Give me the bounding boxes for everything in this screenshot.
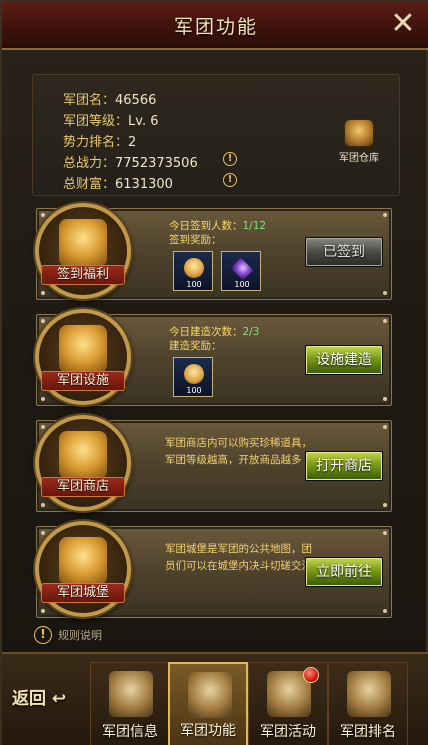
window-title: 军团功能 bbox=[173, 15, 258, 38]
legion-rank-row: 势力排名：2 bbox=[63, 131, 136, 150]
bottom-nav: 返回 ↩ 军团信息 军团功能 军团活动 军团排名 bbox=[2, 652, 428, 745]
chest-icon bbox=[344, 119, 374, 147]
reward-count: 100 bbox=[186, 386, 202, 395]
signin-count-row: 今日签到人数：1/12 bbox=[169, 219, 266, 233]
tower-icon bbox=[59, 325, 107, 373]
documents-icon bbox=[188, 672, 232, 718]
facility-count-value: 2/3 bbox=[242, 326, 260, 338]
legion-wealth-label: 总财富： bbox=[63, 177, 116, 192]
signin-card: 签到福利 今日签到人数：1/12 签到奖励： 100 100 已签到 bbox=[35, 203, 392, 300]
treasure-chest-icon bbox=[59, 431, 107, 479]
bell-icon bbox=[59, 219, 107, 267]
legion-name-value: 46566 bbox=[115, 93, 157, 108]
close-icon[interactable]: ✕ bbox=[388, 9, 418, 40]
exclamation-icon: ! bbox=[34, 626, 52, 644]
shop-emblem[interactable]: 军团商店 bbox=[35, 415, 131, 511]
signin-count-value: 1/12 bbox=[242, 220, 267, 232]
scroll-icon bbox=[109, 671, 153, 717]
facility-card: 军团设施 今日建造次数：2/3 建造奖励： 100 设施建造 bbox=[35, 309, 392, 406]
tab-legion-activity[interactable]: 军团活动 bbox=[248, 662, 328, 745]
facility-emblem-label: 军团设施 bbox=[41, 371, 125, 391]
legion-power-value: 7752373506 bbox=[115, 156, 198, 171]
legion-name-row: 军团名：46566 bbox=[63, 89, 156, 108]
rules-label: 规则说明 bbox=[58, 629, 102, 642]
signin-reward-slot-2[interactable]: 100 bbox=[221, 251, 261, 291]
facility-count-row: 今日建造次数：2/3 bbox=[169, 325, 259, 339]
facility-reward-slot-1[interactable]: 100 bbox=[173, 357, 213, 397]
title-bar: 军团功能 ✕ bbox=[2, 2, 428, 50]
tab-label: 军团功能 bbox=[180, 723, 236, 739]
castle-description: 军团城堡是军团的公共地图，团员们可以在城堡内决斗切磋交流 bbox=[165, 543, 312, 572]
power-info-icon[interactable]: ! bbox=[223, 152, 237, 166]
legion-level-label: 军团等级： bbox=[63, 114, 129, 129]
rules-link[interactable]: ! 规则说明 bbox=[34, 626, 102, 644]
shop-description: 军团商店内可以购买珍稀道具，军团等级越高，开放商品越多 bbox=[165, 437, 312, 466]
legion-function-window: 军团功能 ✕ 军团名：46566 军团等级：Lv. 6 势力排名：2 总战力：7… bbox=[0, 0, 428, 745]
tab-legion-info[interactable]: 军团信息 bbox=[90, 662, 170, 745]
signed-in-button[interactable]: 已签到 bbox=[305, 237, 383, 267]
facility-emblem[interactable]: 军团设施 bbox=[35, 309, 131, 405]
facility-reward-label: 建造奖励： bbox=[169, 340, 222, 352]
castle-emblem-label: 军团城堡 bbox=[41, 583, 125, 603]
go-now-button[interactable]: 立即前往 bbox=[305, 557, 383, 587]
legion-power-label: 总战力： bbox=[63, 156, 116, 171]
tab-label: 军团信息 bbox=[102, 724, 158, 740]
back-arrow-icon: ↩ bbox=[46, 689, 67, 709]
castle-icon bbox=[59, 537, 107, 585]
legion-rank-label: 势力排名： bbox=[63, 135, 129, 150]
tab-label: 军团排名 bbox=[340, 724, 396, 740]
open-shop-button[interactable]: 打开商店 bbox=[305, 451, 383, 481]
gem-icon bbox=[230, 257, 254, 281]
back-label: 返回 bbox=[12, 689, 46, 709]
legion-power-row: 总战力：7752373506 bbox=[63, 152, 198, 171]
legion-warehouse-button[interactable]: 军团仓库 bbox=[329, 119, 389, 164]
shop-emblem-label: 军团商店 bbox=[41, 477, 125, 497]
tab-label: 军团活动 bbox=[260, 724, 316, 740]
reward-count: 100 bbox=[234, 280, 250, 289]
notification-badge bbox=[303, 667, 319, 683]
shop-card: 军团商店 军团商店内可以购买珍稀道具，军团等级越高，开放商品越多 打开商店 bbox=[35, 415, 392, 512]
shield-emblem-icon bbox=[347, 671, 391, 717]
legion-name-label: 军团名： bbox=[63, 93, 116, 108]
reward-count: 100 bbox=[186, 280, 202, 289]
medal-icon bbox=[184, 364, 204, 384]
legion-wealth-row: 总财富：6131300 bbox=[63, 173, 173, 192]
tab-legion-function[interactable]: 军团功能 bbox=[168, 662, 248, 745]
legion-wealth-value: 6131300 bbox=[115, 177, 173, 192]
tab-legion-ranking[interactable]: 军团排名 bbox=[328, 662, 408, 745]
legion-info-panel: 军团名：46566 军团等级：Lv. 6 势力排名：2 总战力：77523735… bbox=[32, 74, 400, 196]
signin-count-label: 今日签到人数： bbox=[169, 220, 243, 232]
wealth-info-icon[interactable]: ! bbox=[223, 173, 237, 187]
facility-count-label: 今日建造次数： bbox=[169, 326, 243, 338]
signin-emblem-label: 签到福利 bbox=[41, 265, 125, 285]
signin-reward-label: 签到奖励： bbox=[169, 234, 222, 246]
legion-rank-value: 2 bbox=[128, 135, 137, 150]
signin-reward-slot-1[interactable]: 100 bbox=[173, 251, 213, 291]
build-facility-button[interactable]: 设施建造 bbox=[305, 345, 383, 375]
signin-emblem[interactable]: 签到福利 bbox=[35, 203, 131, 299]
medal-icon bbox=[184, 258, 204, 278]
castle-card: 军团城堡 军团城堡是军团的公共地图，团员们可以在城堡内决斗切磋交流 立即前往 bbox=[35, 521, 392, 618]
legion-level-row: 军团等级：Lv. 6 bbox=[63, 110, 158, 129]
legion-level-value: Lv. 6 bbox=[128, 114, 159, 129]
castle-emblem[interactable]: 军团城堡 bbox=[35, 521, 131, 617]
back-button[interactable]: 返回 ↩ bbox=[12, 684, 82, 714]
warehouse-label: 军团仓库 bbox=[339, 153, 379, 164]
